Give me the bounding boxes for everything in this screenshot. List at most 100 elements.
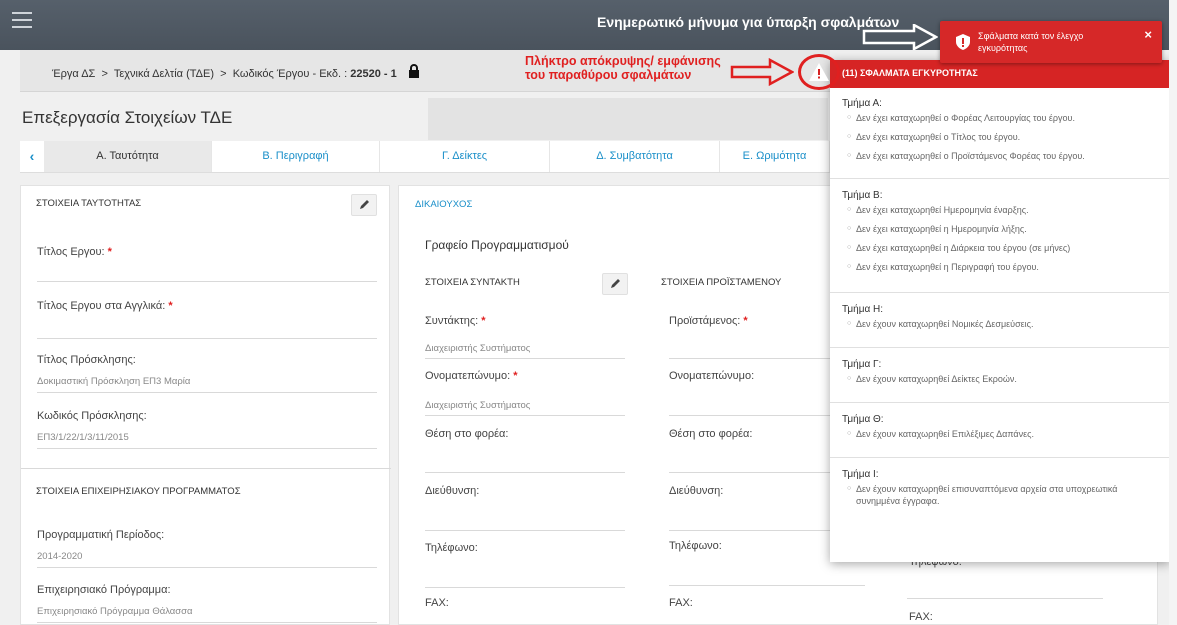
fullname-label: Ονοματεπώνυμο: * xyxy=(425,370,518,382)
error-group-th: Τμήμα Θ: Δεν έχουν καταχωρηθεί Επιλέξιμε… xyxy=(830,414,1170,458)
menu-icon[interactable] xyxy=(12,12,32,28)
error-group-title: Τμήμα Η: xyxy=(842,304,884,315)
phone-field[interactable] xyxy=(425,587,625,588)
scrollbar[interactable] xyxy=(1169,0,1177,625)
error-group-i: Τμήμα Ι: Δεν έχουν καταχωρηθεί επισυναπτ… xyxy=(830,469,1170,525)
call-title-value: Δοκιμαστική Πρόσκληση ΕΠ3 Μαρία xyxy=(37,376,191,387)
required-mark: * xyxy=(107,246,112,258)
tab-compatibility[interactable]: Δ. Συμβατότητα xyxy=(550,141,720,172)
pencil-icon xyxy=(360,200,369,209)
required-mark: * xyxy=(168,300,173,312)
pencil-icon xyxy=(611,279,620,288)
project-title-en-field[interactable] xyxy=(37,338,377,339)
head-phone-label: Τηλέφωνο: xyxy=(669,540,722,552)
op-program-value: Επιχειρησιακό Πρόγραμμα Θάλασσα xyxy=(37,606,193,617)
annotation-line-1: Πλήκτρο απόκρυψης/ εμφάνισης xyxy=(525,54,721,68)
address-field[interactable] xyxy=(425,530,625,531)
identity-section-title: ΣΤΟΙΧΕΙΑ ΤΑΥΤΟΤΗΤΑΣ xyxy=(36,198,142,209)
project-title-label-text: Τίτλος Εργου: xyxy=(37,246,105,258)
fax-label: FAX: xyxy=(425,597,449,609)
required-mark: * xyxy=(743,315,748,327)
author-label-text: Συντάκτης: xyxy=(425,315,479,327)
close-icon[interactable]: × xyxy=(1144,27,1152,42)
period-label: Προγραμματική Περίοδος: xyxy=(37,529,165,541)
breadcrumb: Έργα ΔΣ > Τεχνικά Δελτία (ΤΔΕ) > Κωδικός… xyxy=(52,63,420,80)
error-item[interactable]: Δεν έχει καταχωρηθεί ο Προϊστάμενος Φορέ… xyxy=(847,150,1160,162)
fullname-value: Διαχειριστής Συστήματος xyxy=(425,400,531,411)
error-group-b: Τμήμα Β: Δεν έχει καταχωρηθεί Ημερομηνία… xyxy=(830,190,1170,293)
address-label: Διεύθυνση: xyxy=(425,485,480,497)
head-label-text: Προϊστάμενος: xyxy=(669,315,741,327)
head-position-label: Θέση στο φορέα: xyxy=(669,428,753,440)
lock-icon xyxy=(408,64,419,78)
edit-identity-button[interactable] xyxy=(351,194,377,216)
author-label: Συντάκτης: * xyxy=(425,315,486,327)
head-section-title: ΣΤΟΙΧΕΙΑ ΠΡΟΪΣΤΑΜΕΝΟΥ xyxy=(661,277,782,288)
required-mark: * xyxy=(513,370,518,382)
breadcrumb-separator: > xyxy=(220,68,227,80)
organization-name: Γραφείο Προγραμματισμού xyxy=(425,238,569,252)
position-label: Θέση στο φορέα: xyxy=(425,428,509,440)
program-section-title: ΣΤΟΙΧΕΙΑ ΕΠΙΧΕΙΡΗΣΙΑΚΟΥ ΠΡΟΓΡΑΜΜΑΤΟΣ xyxy=(36,486,241,497)
head-label: Προϊστάμενος: * xyxy=(669,315,748,327)
project-code: 22520 - 1 xyxy=(350,68,397,80)
section-divider xyxy=(21,468,391,469)
beneficiary-link[interactable]: ΔΙΚΑΙΟΥΧΟΣ xyxy=(415,199,472,210)
third-phone-field[interactable] xyxy=(907,598,1103,599)
call-code-field xyxy=(37,448,377,449)
error-group-title: Τμήμα Ι: xyxy=(842,469,879,480)
breadcrumb-separator: > xyxy=(101,68,108,80)
head-fax-label: FAX: xyxy=(669,597,693,609)
tab-description[interactable]: Β. Περιγραφή xyxy=(212,141,380,172)
project-title-label: Τίτλος Εργου: * xyxy=(37,246,112,258)
error-item[interactable]: Δεν έχουν καταχωρηθεί Επιλέξιμες Δαπάνες… xyxy=(847,428,1160,440)
head-phone-field[interactable] xyxy=(669,585,865,586)
breadcrumb-item-sheets[interactable]: Τεχνικά Δελτία (ΤΔΕ) xyxy=(114,68,214,80)
third-fax-label: FAX: xyxy=(909,611,933,623)
op-program-field xyxy=(37,622,377,623)
tab-maturity[interactable]: Ε. Ωριμότητα xyxy=(720,141,830,172)
author-field[interactable] xyxy=(425,358,625,359)
head-address-label: Διεύθυνση: xyxy=(669,485,724,497)
tab-indicators[interactable]: Γ. Δείκτες xyxy=(380,141,550,172)
call-title-field xyxy=(37,392,377,393)
error-item[interactable]: Δεν έχουν καταχωρηθεί Δείκτες Εκροών. xyxy=(847,373,1160,385)
project-title-en-label: Τίτλος Εργου στα Αγγλικά: * xyxy=(37,300,173,312)
error-item[interactable]: Δεν έχει καταχωρηθεί η Ημερομηνία λήξης. xyxy=(847,223,1160,235)
error-item[interactable]: Δεν έχει καταχωρηθεί η Περιγραφή του έργ… xyxy=(847,261,1160,273)
breadcrumb-item-code-label: Κωδικός Έργου - Εκδ. : xyxy=(232,68,348,80)
error-item[interactable]: Δεν έχει καταχωρηθεί η Διάρκεια του έργο… xyxy=(847,242,1160,254)
fullname-field[interactable] xyxy=(425,415,625,416)
edit-author-button[interactable] xyxy=(602,273,628,295)
page-title: Επεξεργασία Στοιχείων ΤΔΕ xyxy=(22,108,233,127)
author-section-title: ΣΤΟΙΧΕΙΑ ΣΥΝΤΑΚΤΗ xyxy=(425,277,520,288)
shield-alert-icon xyxy=(956,34,970,50)
error-item[interactable]: Δεν έχει καταχωρηθεί ο Τίτλος του έργου. xyxy=(847,131,1160,143)
project-title-en-label-text: Τίτλος Εργου στα Αγγλικά: xyxy=(37,300,166,312)
errors-header[interactable]: (11) ΣΦΑΛΜΑΤΑ ΕΓΚΥΡΟΤΗΤΑΣ xyxy=(830,60,1170,88)
author-value: Διαχειριστής Συστήματος xyxy=(425,343,531,354)
error-group-title: Τμήμα Α: xyxy=(842,98,882,109)
tabs-prev-icon[interactable]: ‹ xyxy=(20,141,44,172)
project-title-field[interactable] xyxy=(37,281,377,282)
position-field[interactable] xyxy=(425,472,625,473)
annotation-toggle-button: Πλήκτρο απόκρυψης/ εμφάνισης του παραθύρ… xyxy=(525,54,721,82)
error-item[interactable]: Δεν έχει καταχωρηθεί ο Φορέας Λειτουργία… xyxy=(847,112,1160,124)
toast-message: Σφάλματα κατά τον έλεγχο εγκυρότητας xyxy=(978,31,1084,53)
error-item[interactable]: Δεν έχουν καταχωρηθεί Νομικές Δεσμεύσεις… xyxy=(847,318,1160,330)
call-code-label: Κωδικός Πρόσκλησης: xyxy=(37,410,147,422)
error-group-title: Τμήμα Θ: xyxy=(842,414,884,425)
tab-identity[interactable]: Α. Ταυτότητα xyxy=(44,141,212,172)
head-fullname-label: Ονοματεπώνυμο: xyxy=(669,370,755,382)
period-field xyxy=(37,567,377,568)
breadcrumb-item-projects[interactable]: Έργα ΔΣ xyxy=(52,68,95,80)
identity-card: ΣΤΟΙΧΕΙΑ ΤΑΥΤΟΤΗΤΑΣ Τίτλος Εργου: * Τίτλ… xyxy=(20,185,391,625)
annotation-line-2: του παραθύρου σφαλμάτων xyxy=(525,68,692,82)
op-program-label: Επιχειρησιακό Πρόγραμμα: xyxy=(37,584,171,596)
error-group-title: Τμήμα Β: xyxy=(842,190,883,201)
annotation-arrow-icon xyxy=(862,24,938,50)
error-item[interactable]: Δεν έχουν καταχωρηθεί επισυναπτόμενα αρχ… xyxy=(847,483,1160,507)
error-group-title: Τμήμα Γ: xyxy=(842,359,882,370)
error-item[interactable]: Δεν έχει καταχωρηθεί Ημερομηνία έναρξης. xyxy=(847,204,1160,216)
annotation-error-message: Ενημερωτικό μήνυμα για ύπαρξη σφαλμάτων xyxy=(597,14,900,30)
